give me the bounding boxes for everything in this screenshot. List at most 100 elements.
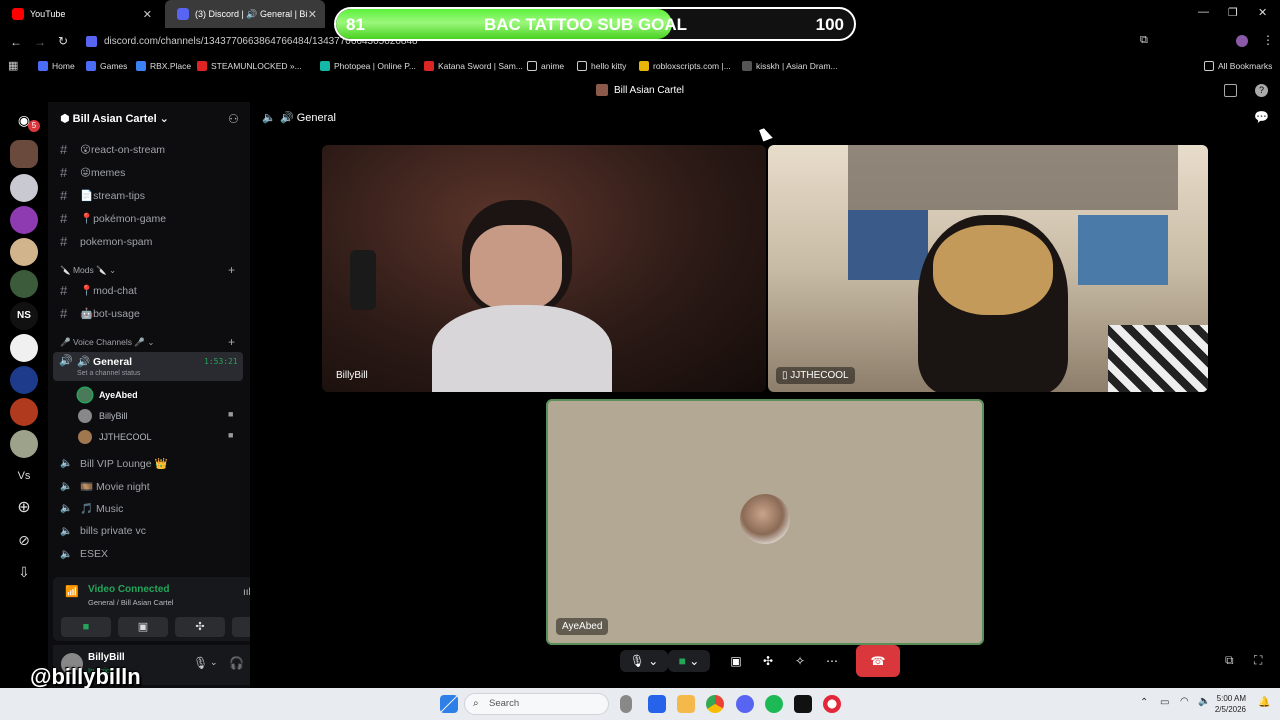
channel-pokemon-game[interactable]: # 📍 pokémon-game	[60, 211, 166, 226]
bookmark-item[interactable]: Home	[38, 61, 75, 71]
channel-bot-usage[interactable]: # 🤖 bot-usage	[60, 306, 140, 321]
bookmark-item[interactable]: Photopea | Online P...	[320, 61, 416, 71]
close-tab-icon[interactable]: ✕	[143, 8, 152, 21]
channel-stream-tips[interactable]: # 📄 stream-tips	[60, 188, 145, 203]
file-explorer-icon[interactable]	[677, 695, 695, 713]
more-options-button[interactable]: ⋯	[820, 650, 844, 672]
video-tile-billybill[interactable]: BillyBill	[322, 145, 766, 392]
signal-icon[interactable]: 📶	[65, 585, 79, 598]
close-window-button[interactable]: ✕	[1258, 6, 1267, 19]
reload-icon[interactable]: ↻	[58, 34, 68, 48]
bookmark-item[interactable]: Games	[86, 61, 127, 71]
bookmark-folder[interactable]: All Bookmarks	[1204, 61, 1272, 71]
chat-bubble-icon[interactable]: 💬	[1254, 110, 1269, 124]
bookmark-item[interactable]: STEAMUNLOCKED »...	[197, 61, 302, 71]
server-name-header[interactable]: ⬢ Bill Asian Cartel ⌄	[60, 112, 169, 125]
spotify-icon[interactable]	[765, 695, 783, 713]
bookmark-item[interactable]: kisskh | Asian Dram...	[742, 61, 838, 71]
headphones-icon[interactable]: 🎧	[229, 656, 244, 670]
app-icon[interactable]	[794, 695, 812, 713]
category-voice-channels[interactable]: 🎤 Voice Channels 🎤 ⌄	[60, 337, 154, 348]
invite-icon[interactable]: ⚇	[228, 112, 239, 126]
fullscreen-icon[interactable]: ⛶	[1254, 653, 1262, 668]
channel-react-on-stream[interactable]: # 😮 react-on-stream	[60, 142, 165, 157]
tray-icon[interactable]: ▭	[1160, 697, 1169, 708]
profile-avatar[interactable]	[1236, 35, 1248, 47]
bookmark-item[interactable]: RBX.Place	[136, 61, 191, 71]
close-tab-icon[interactable]: ✕	[308, 8, 317, 21]
bookmark-item[interactable]: robloxscripts.com |...	[639, 61, 731, 71]
server-icon[interactable]: Vs	[10, 462, 38, 490]
app-icon[interactable]	[648, 695, 666, 713]
discover-icon[interactable]: ⊘	[10, 526, 38, 554]
voice-channel-vip-lounge[interactable]: 🔈 Bill VIP Lounge 👑	[60, 457, 168, 470]
windows-start-icon[interactable]	[440, 695, 458, 713]
channel-status-hint[interactable]: Set a channel status	[77, 370, 140, 377]
voice-channel-bills-private-vc[interactable]: 🔈 bills private vc	[60, 525, 146, 537]
activities-button[interactable]: ✣	[756, 650, 780, 672]
forward-icon[interactable]: →	[34, 35, 46, 49]
server-icon[interactable]	[10, 430, 38, 458]
tray-chevron-icon[interactable]: ⌃	[1140, 697, 1148, 708]
apps-grid-icon[interactable]: ▦	[8, 59, 18, 72]
tab-youtube[interactable]: YouTube ✕	[0, 0, 160, 28]
channel-mod-chat[interactable]: # 📍 mod-chat	[60, 283, 137, 298]
camera-button[interactable]: ■ ⌄	[668, 650, 710, 672]
volume-icon[interactable]: 🔈	[1198, 696, 1210, 707]
taskbar-search[interactable]: ⌕ Search	[464, 693, 609, 715]
taskbar-clock[interactable]: 5:00 AM 2/5/2026	[1215, 693, 1246, 715]
server-icon[interactable]	[10, 270, 38, 298]
server-icon[interactable]	[10, 366, 38, 394]
activities-button[interactable]: ✣	[175, 617, 225, 637]
microphone-icon[interactable]: 🎙	[193, 656, 208, 670]
voice-channel-esex[interactable]: 🔈 ESEX	[60, 548, 108, 560]
bookmark-folder[interactable]: hello kitty	[577, 61, 626, 71]
wifi-icon[interactable]: ◠	[1180, 696, 1189, 707]
video-tile-jjthecool[interactable]: ▯ JJTHECOOL	[768, 145, 1208, 392]
chevron-down-icon[interactable]: ⌄	[210, 657, 218, 668]
bookmark-folder[interactable]: anime	[527, 61, 564, 71]
mute-button[interactable]: 🎙 ⌄	[620, 650, 668, 672]
server-icon[interactable]	[10, 238, 38, 266]
minimize-button[interactable]: —	[1198, 6, 1209, 18]
add-channel-icon[interactable]: +	[228, 263, 235, 277]
download-icon[interactable]: ⇩	[10, 558, 38, 586]
add-channel-icon[interactable]: +	[228, 335, 235, 349]
screen-share-button[interactable]: ▣	[724, 650, 748, 672]
chrome-icon[interactable]	[706, 695, 724, 713]
voice-channel-music[interactable]: 🔈 🎵 Music	[60, 502, 123, 515]
tab-discord[interactable]: (3) Discord | 🔊 General | Bi ✕	[165, 0, 325, 28]
notification-bell-icon[interactable]: 🔔	[1258, 697, 1270, 708]
menu-kebab-icon[interactable]: ⋮	[1262, 33, 1274, 47]
back-icon[interactable]: ←	[10, 35, 22, 49]
voice-user-jjthecool[interactable]: JJTHECOOL	[78, 430, 152, 444]
server-icon[interactable]	[10, 334, 38, 362]
discord-icon[interactable]	[736, 695, 754, 713]
category-mods[interactable]: 🔪 Mods 🔪 ⌄	[60, 265, 116, 276]
server-icon[interactable]: NS	[10, 302, 38, 330]
camera-toggle-button[interactable]: ■	[61, 617, 111, 637]
voice-user-billybill[interactable]: BillyBill	[78, 409, 128, 423]
voice-channel-movie-night[interactable]: 🔈 🎞️ Movie night	[60, 480, 150, 493]
site-info-icon[interactable]	[86, 36, 97, 47]
channel-memes[interactable]: # 😜 memes	[60, 165, 125, 180]
maximize-button[interactable]: ❐	[1228, 6, 1238, 19]
help-icon[interactable]: ?	[1255, 84, 1268, 97]
hang-up-button[interactable]: ☎	[856, 645, 900, 677]
video-tile-ayeabed[interactable]: AyeAbed	[546, 399, 984, 645]
server-icon[interactable]	[10, 174, 38, 202]
channel-pokemon-spam[interactable]: # pokemon-spam	[60, 234, 152, 249]
bookmark-item[interactable]: Katana Sword | Sam...	[424, 61, 523, 71]
opera-icon[interactable]	[823, 695, 841, 713]
soundboard-button[interactable]: ✧	[788, 650, 812, 672]
add-server-icon[interactable]: ⊕	[10, 494, 38, 522]
screen-share-button[interactable]: ▣	[118, 617, 168, 637]
connection-location[interactable]: General / Bill Asian Cartel	[88, 598, 173, 607]
server-bill-asian-cartel[interactable]	[10, 140, 38, 168]
task-view-icon[interactable]	[620, 695, 632, 713]
inbox-icon[interactable]	[1224, 84, 1237, 97]
voice-channel-general[interactable]: 🔊 🔊 General 1:53:21 Set a channel status	[53, 352, 243, 381]
server-icon[interactable]	[10, 398, 38, 426]
server-icon[interactable]	[10, 206, 38, 234]
voice-user-ayeabed[interactable]: AyeAbed	[78, 388, 138, 402]
